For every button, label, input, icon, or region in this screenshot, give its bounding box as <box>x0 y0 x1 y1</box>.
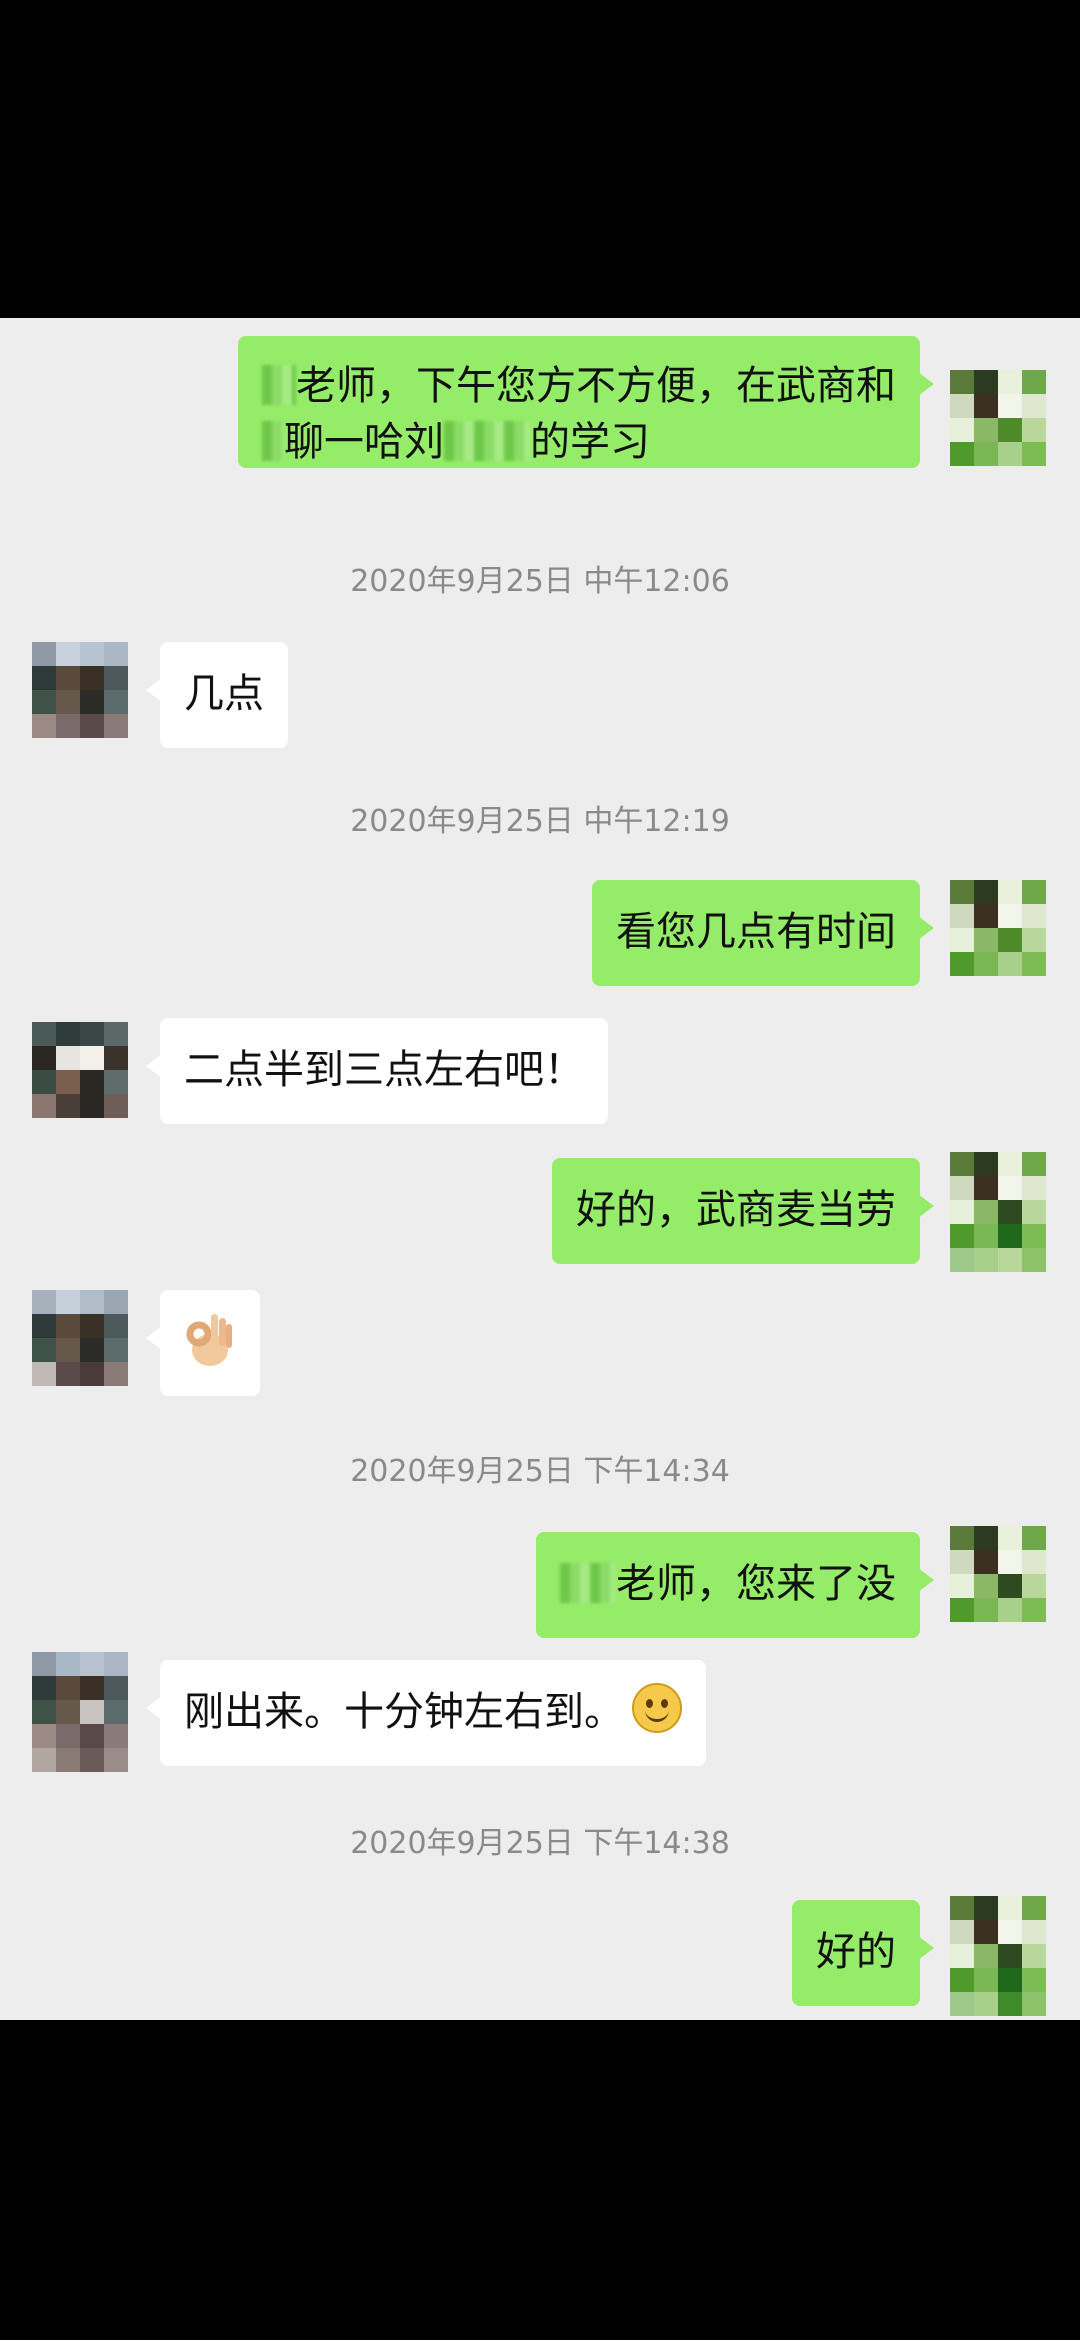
message-line: 老师，下午您方不方便，在武商和 <box>262 358 896 414</box>
incoming-message-bubble[interactable] <box>146 1290 260 1396</box>
message-row-incoming: 几点 <box>0 642 1080 752</box>
contact-avatar[interactable] <box>32 1652 128 1772</box>
message-row-outgoing: 老师，您来了没 <box>0 1526 1080 1646</box>
redacted-text <box>560 1563 616 1603</box>
message-row-outgoing: 老师，下午您方不方便，在武商和 聊一哈刘 的学习 <box>0 336 1080 486</box>
redacted-text <box>262 421 284 461</box>
message-text: 二点半到三点左右吧！ <box>184 1047 584 1093</box>
redacted-text <box>444 421 530 461</box>
timestamp: 2020年9月25日 中午12:19 <box>350 804 730 839</box>
timestamp: 2020年9月25日 下午14:38 <box>350 1826 730 1861</box>
chat-area[interactable]: 老师，下午您方不方便，在武商和 聊一哈刘 的学习 2020年9月25日 中午12:… <box>0 318 1080 2020</box>
message-row-incoming <box>0 1290 1080 1400</box>
message-row-incoming: 二点半到三点左右吧！ <box>0 1018 1080 1128</box>
timestamp: 2020年9月25日 下午14:34 <box>350 1454 730 1489</box>
message-text: 看您几点有时间 <box>616 909 896 955</box>
contact-avatar[interactable] <box>32 642 128 738</box>
smile-icon <box>632 1683 682 1733</box>
message-text: 聊一哈刘 <box>284 419 444 465</box>
timestamp: 2020年9月25日 中午12:06 <box>350 564 730 599</box>
outgoing-message-bubble[interactable]: 老师，下午您方不方便，在武商和 聊一哈刘 的学习 <box>238 336 934 470</box>
message-row-outgoing: 看您几点有时间 <box>0 880 1080 990</box>
message-row-outgoing: 好的，武商麦当劳 <box>0 1152 1080 1272</box>
message-text: 好的 <box>816 1929 896 1975</box>
my-avatar[interactable] <box>950 1896 1046 2016</box>
outgoing-message-bubble[interactable]: 好的 <box>792 1900 934 2006</box>
redacted-text <box>262 365 296 405</box>
outgoing-message-bubble[interactable]: 老师，您来了没 <box>536 1532 934 1638</box>
contact-avatar[interactable] <box>32 1290 128 1386</box>
ok-hand-icon <box>186 1314 232 1366</box>
message-text: 老师，下午您方不方便，在武商和 <box>296 363 896 409</box>
incoming-message-bubble[interactable]: 刚出来。十分钟左右到。 <box>146 1660 706 1766</box>
message-text: 刚出来。十分钟左右到。 <box>184 1689 624 1735</box>
message-text: 几点 <box>184 671 264 717</box>
message-line: 聊一哈刘 的学习 <box>262 414 896 470</box>
outgoing-message-bubble[interactable]: 看您几点有时间 <box>592 880 934 986</box>
my-avatar[interactable] <box>950 1526 1046 1622</box>
incoming-message-bubble[interactable]: 几点 <box>146 642 288 748</box>
outgoing-message-bubble[interactable]: 好的，武商麦当劳 <box>552 1158 934 1264</box>
message-row-outgoing: 好的 <box>0 1896 1080 2020</box>
message-text: 好的，武商麦当劳 <box>576 1187 896 1233</box>
my-avatar[interactable] <box>950 880 1046 976</box>
message-row-incoming: 刚出来。十分钟左右到。 <box>0 1652 1080 1782</box>
my-avatar[interactable] <box>950 370 1046 466</box>
message-text: 的学习 <box>530 419 650 465</box>
message-text: 老师，您来了没 <box>616 1561 896 1607</box>
my-avatar[interactable] <box>950 1152 1046 1272</box>
incoming-message-bubble[interactable]: 二点半到三点左右吧！ <box>146 1018 608 1124</box>
contact-avatar[interactable] <box>32 1022 128 1118</box>
